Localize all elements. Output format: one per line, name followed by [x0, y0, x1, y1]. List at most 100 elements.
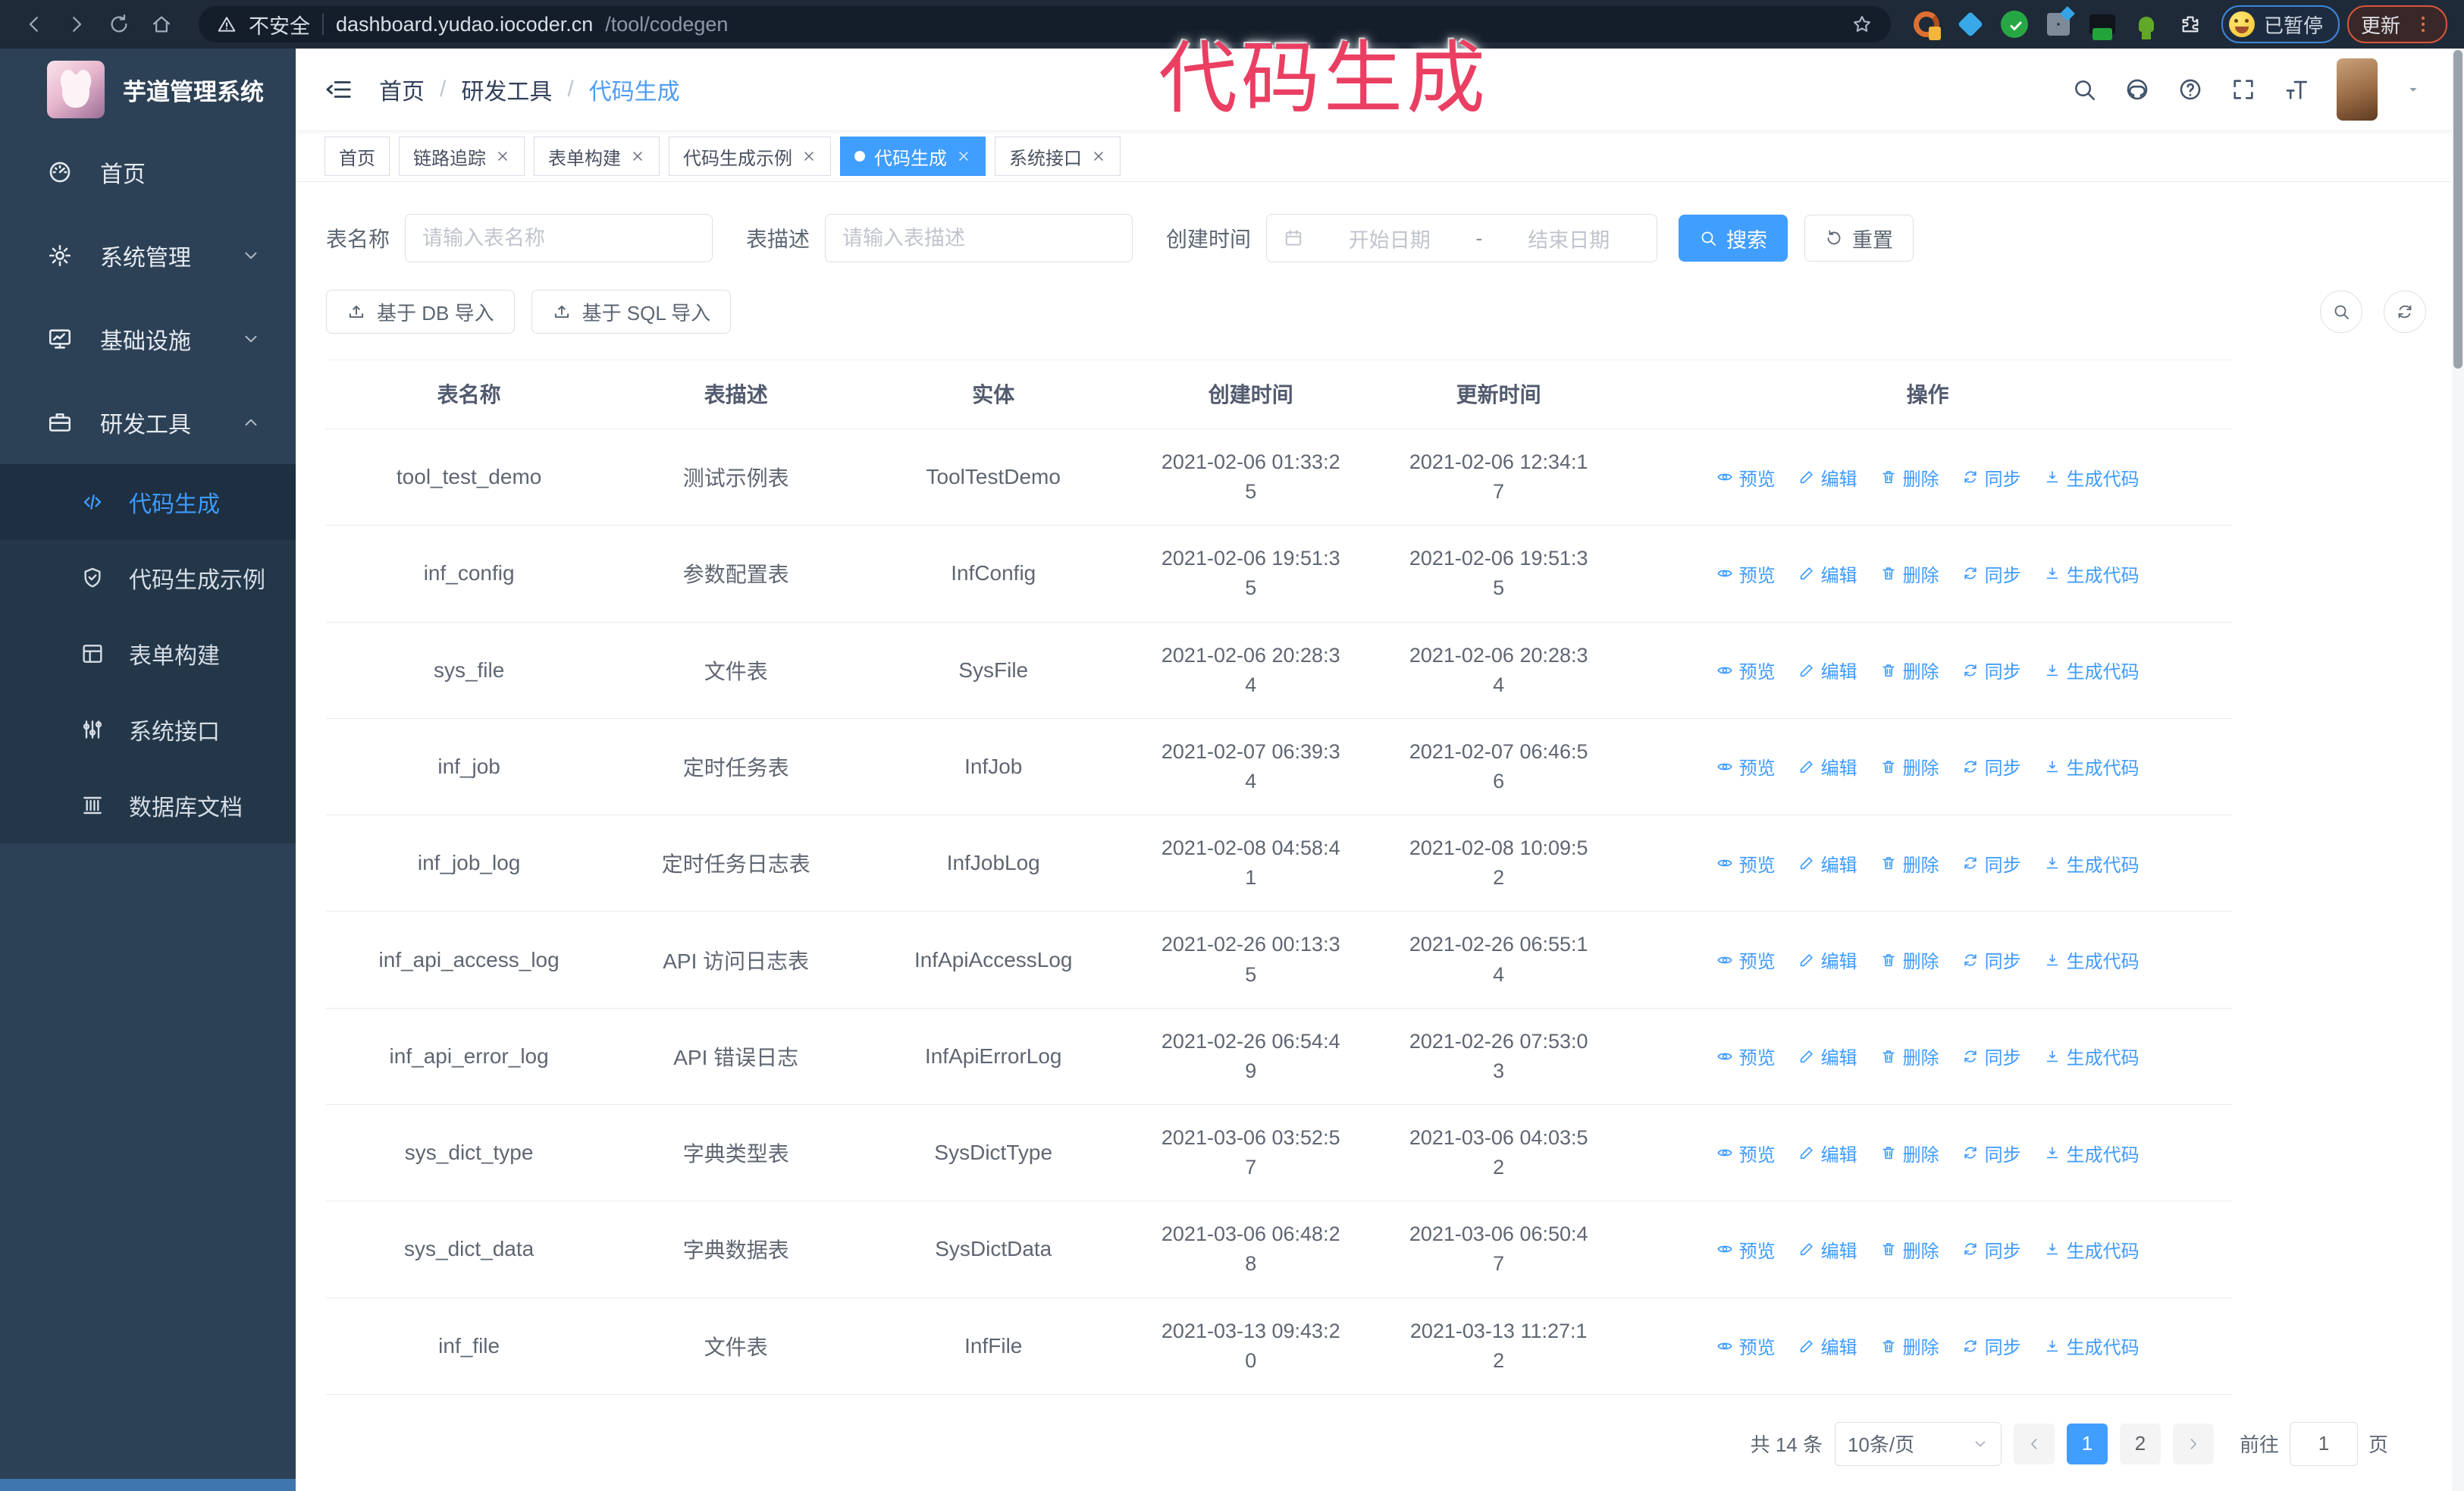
reset-button[interactable]: 重置: [1804, 215, 1914, 262]
sync-link[interactable]: 同步: [1962, 1140, 2021, 1166]
breadcrumb-item-current[interactable]: 代码生成: [589, 73, 680, 106]
delete-link[interactable]: 删除: [1880, 657, 1939, 683]
edit-link[interactable]: 编辑: [1798, 657, 1857, 683]
preview-link[interactable]: 预览: [1716, 850, 1776, 877]
delete-link[interactable]: 删除: [1880, 753, 1939, 780]
toggle-search-button[interactable]: [2320, 290, 2362, 333]
end-date-placeholder[interactable]: 结束日期: [1498, 224, 1641, 253]
preview-link[interactable]: 预览: [1716, 1140, 1776, 1166]
preview-link[interactable]: 预览: [1716, 753, 1776, 780]
table-desc-input[interactable]: [825, 214, 1133, 262]
forward-icon[interactable]: [59, 7, 94, 42]
avatar[interactable]: [2337, 58, 2378, 121]
delete-link[interactable]: 删除: [1880, 850, 1939, 877]
preview-link[interactable]: 预览: [1716, 1043, 1776, 1069]
github-icon[interactable]: [2124, 77, 2150, 102]
sidebar-subitem-codegen-example[interactable]: 代码生成示例: [0, 540, 296, 616]
close-icon[interactable]: [495, 149, 510, 164]
extension-icon-dark-on[interactable]: [2086, 8, 2118, 40]
sidebar-subitem-codegen[interactable]: 代码生成: [0, 464, 296, 540]
extension-icon-grid[interactable]: [2042, 8, 2074, 40]
browser-update-chip[interactable]: 更新: [2346, 5, 2447, 43]
sidebar-item-infrastructure[interactable]: 基础设施: [0, 297, 296, 381]
close-icon[interactable]: [1091, 149, 1106, 164]
sync-link[interactable]: 同步: [1962, 946, 2021, 973]
reload-icon[interactable]: [102, 7, 136, 42]
preview-link[interactable]: 预览: [1716, 464, 1776, 491]
delete-link[interactable]: 删除: [1880, 1140, 1939, 1166]
close-icon[interactable]: [801, 149, 817, 164]
search-icon[interactable]: [2071, 77, 2097, 102]
generate-code-link[interactable]: 生成代码: [2044, 753, 2140, 780]
tab-form-builder[interactable]: 表单构建: [534, 137, 660, 176]
generate-code-link[interactable]: 生成代码: [2044, 657, 2140, 683]
sidebar-item-system-management[interactable]: 系统管理: [0, 214, 296, 297]
refresh-table-button[interactable]: [2384, 290, 2426, 333]
bookmark-star-icon[interactable]: [1851, 14, 1873, 35]
sync-link[interactable]: 同步: [1962, 1043, 2021, 1069]
edit-link[interactable]: 编辑: [1798, 1043, 1857, 1069]
start-date-placeholder[interactable]: 开始日期: [1318, 224, 1461, 253]
generate-code-link[interactable]: 生成代码: [2044, 1332, 2140, 1359]
sync-link[interactable]: 同步: [1962, 464, 2021, 491]
page-size-select[interactable]: 10条/页: [1834, 1421, 2002, 1466]
extensions-puzzle-icon[interactable]: [2174, 8, 2206, 40]
preview-link[interactable]: 预览: [1716, 560, 1776, 587]
delete-link[interactable]: 删除: [1880, 1043, 1939, 1069]
back-icon[interactable]: [17, 7, 52, 42]
breadcrumb-item-dev-tools[interactable]: 研发工具: [461, 73, 552, 106]
tab-trace[interactable]: 链路追踪: [399, 137, 525, 176]
table-name-input[interactable]: [405, 214, 713, 262]
preview-link[interactable]: 预览: [1716, 1236, 1776, 1263]
vertical-scrollbar[interactable]: [2452, 49, 2464, 1491]
close-icon[interactable]: [630, 149, 645, 164]
delete-link[interactable]: 删除: [1880, 464, 1939, 491]
home-icon[interactable]: [144, 7, 179, 42]
close-icon[interactable]: [956, 149, 971, 164]
generate-code-link[interactable]: 生成代码: [2044, 1043, 2140, 1069]
edit-link[interactable]: 编辑: [1798, 1332, 1857, 1359]
sync-link[interactable]: 同步: [1962, 1236, 2021, 1263]
preview-link[interactable]: 预览: [1716, 657, 1776, 683]
breadcrumb-item-home[interactable]: 首页: [379, 73, 425, 106]
scrollbar-thumb[interactable]: [2453, 50, 2462, 369]
delete-link[interactable]: 删除: [1880, 946, 1939, 973]
edit-link[interactable]: 编辑: [1798, 464, 1857, 491]
tab-home[interactable]: 首页: [324, 137, 390, 176]
sidebar-subitem-system-api[interactable]: 系统接口: [0, 692, 296, 767]
edit-link[interactable]: 编辑: [1798, 560, 1857, 587]
help-icon[interactable]: [2177, 77, 2203, 102]
next-page-button[interactable]: [2172, 1423, 2214, 1464]
sidebar-logo-row[interactable]: 芋道管理系统: [0, 49, 296, 130]
collapse-menu-icon[interactable]: [324, 75, 353, 104]
tab-codegen[interactable]: 代码生成: [840, 137, 986, 176]
sync-link[interactable]: 同步: [1962, 560, 2021, 587]
page-button-2[interactable]: 2: [2119, 1423, 2161, 1464]
extension-icon-green-bot[interactable]: [2130, 8, 2162, 40]
generate-code-link[interactable]: 生成代码: [2044, 1236, 2140, 1263]
goto-page-input[interactable]: [2289, 1421, 2358, 1466]
paused-extension-chip[interactable]: 已暂停: [2221, 5, 2340, 43]
extension-icon-orange[interactable]: [1911, 8, 1942, 40]
generate-code-link[interactable]: 生成代码: [2044, 464, 2140, 491]
generate-code-link[interactable]: 生成代码: [2044, 1140, 2140, 1166]
delete-link[interactable]: 删除: [1880, 1332, 1939, 1359]
generate-code-link[interactable]: 生成代码: [2044, 850, 2140, 877]
sync-link[interactable]: 同步: [1962, 753, 2021, 780]
edit-link[interactable]: 编辑: [1798, 1140, 1857, 1166]
edit-link[interactable]: 编辑: [1798, 1236, 1857, 1263]
extension-icon-gem[interactable]: [1955, 8, 1986, 40]
address-bar[interactable]: 不安全 dashboard.yudao.iocoder.cn /tool/cod…: [199, 6, 1891, 42]
overflow-menu-icon[interactable]: [2412, 14, 2434, 35]
tab-codegen-example[interactable]: 代码生成示例: [669, 137, 831, 176]
sidebar-subitem-db-doc[interactable]: 数据库文档: [0, 767, 296, 843]
sidebar-item-dev-tools[interactable]: 研发工具: [0, 381, 296, 464]
fullscreen-icon[interactable]: [2230, 77, 2256, 102]
prev-page-button[interactable]: [2013, 1423, 2055, 1464]
edit-link[interactable]: 编辑: [1798, 946, 1857, 973]
generate-code-link[interactable]: 生成代码: [2044, 560, 2140, 587]
import-sql-button[interactable]: 基于 SQL 导入: [531, 290, 732, 334]
edit-link[interactable]: 编辑: [1798, 753, 1857, 780]
font-size-icon[interactable]: [2284, 77, 2309, 102]
sync-link[interactable]: 同步: [1962, 850, 2021, 877]
